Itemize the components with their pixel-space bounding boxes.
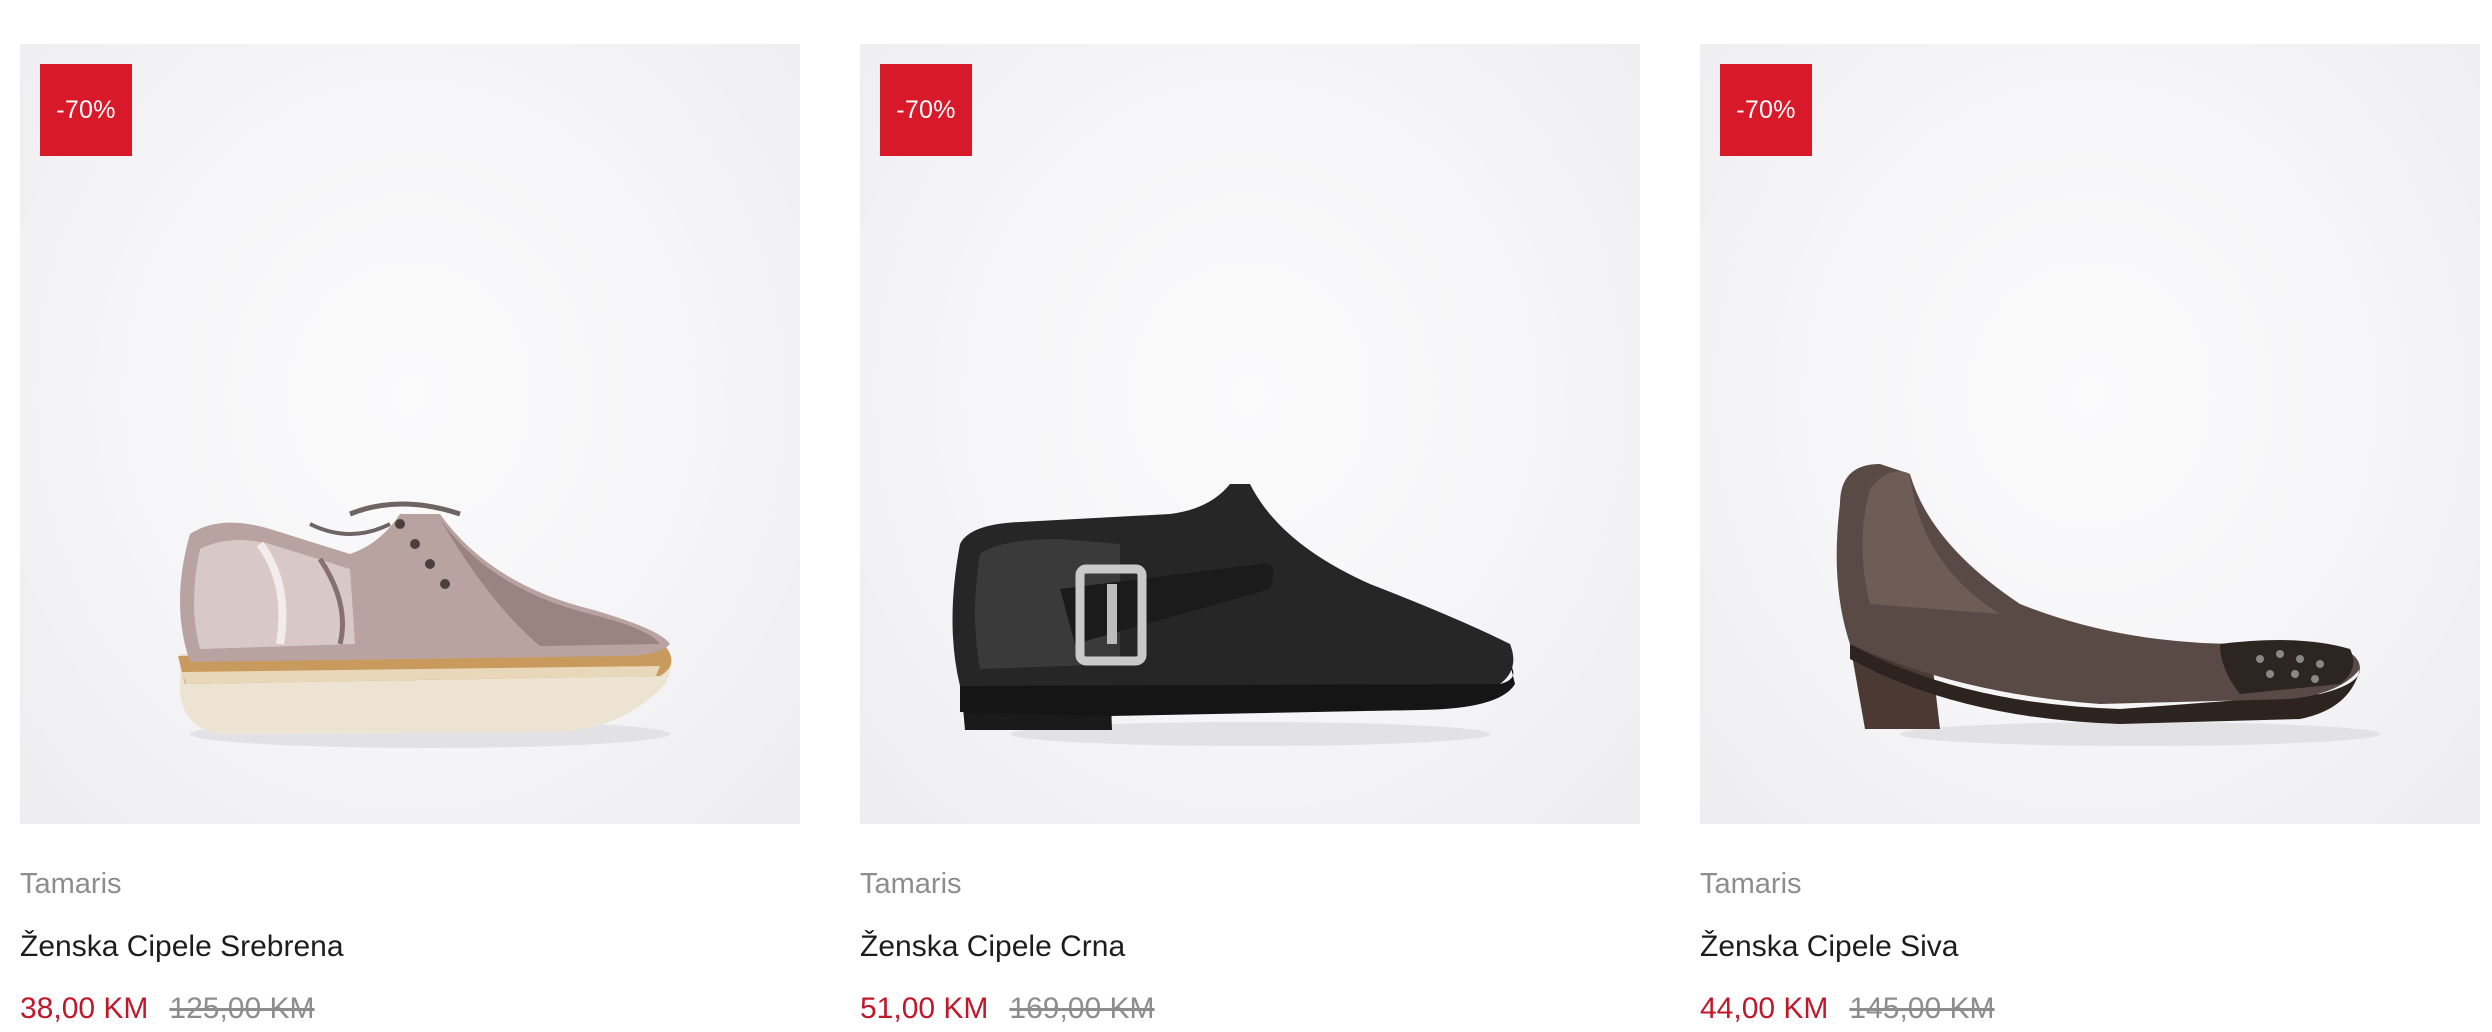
price-row: 38,00 KM 125,00 KM xyxy=(20,994,800,1024)
product-image xyxy=(178,501,672,748)
product-card[interactable]: -70% Tamaris Ženska Cipele Siva 44,00 KM… xyxy=(1700,44,2480,1024)
price-row: 44,00 KM 145,00 KM xyxy=(1700,994,2480,1024)
product-image xyxy=(1836,464,2380,746)
product-title-link[interactable]: Ženska Cipele Srebrena xyxy=(20,932,800,962)
sale-price: 38,00 KM xyxy=(20,992,149,1025)
product-card[interactable]: -70% Tamaris Ženska Cipele Srebrena 38,0… xyxy=(20,44,800,1024)
product-card[interactable]: -70% Tamaris Ženska Cipele Crna 51,00 KM xyxy=(860,44,1640,1024)
product-image xyxy=(952,484,1515,746)
product-image-link[interactable]: -70% xyxy=(860,44,1640,824)
original-price: 145,00 KM xyxy=(1849,992,1995,1025)
product-brand: Tamaris xyxy=(20,868,122,900)
discount-badge: -70% xyxy=(880,64,972,156)
discount-badge: -70% xyxy=(1720,64,1812,156)
discount-badge: -70% xyxy=(40,64,132,156)
price-row: 51,00 KM 169,00 KM xyxy=(860,994,1640,1024)
product-title-link[interactable]: Ženska Cipele Crna xyxy=(860,932,1640,962)
sale-price: 51,00 KM xyxy=(860,992,989,1025)
original-price: 125,00 KM xyxy=(169,992,315,1025)
product-title-link[interactable]: Ženska Cipele Siva xyxy=(1700,932,2480,962)
sale-price: 44,00 KM xyxy=(1700,992,1829,1025)
product-brand: Tamaris xyxy=(1700,868,1802,900)
product-image-link[interactable]: -70% xyxy=(20,44,800,824)
product-brand: Tamaris xyxy=(860,868,962,900)
product-grid: -70% Tamaris Ženska Cipele Srebrena 38,0… xyxy=(20,44,2480,1024)
original-price: 169,00 KM xyxy=(1009,992,1155,1025)
product-image-link[interactable]: -70% xyxy=(1700,44,2480,824)
